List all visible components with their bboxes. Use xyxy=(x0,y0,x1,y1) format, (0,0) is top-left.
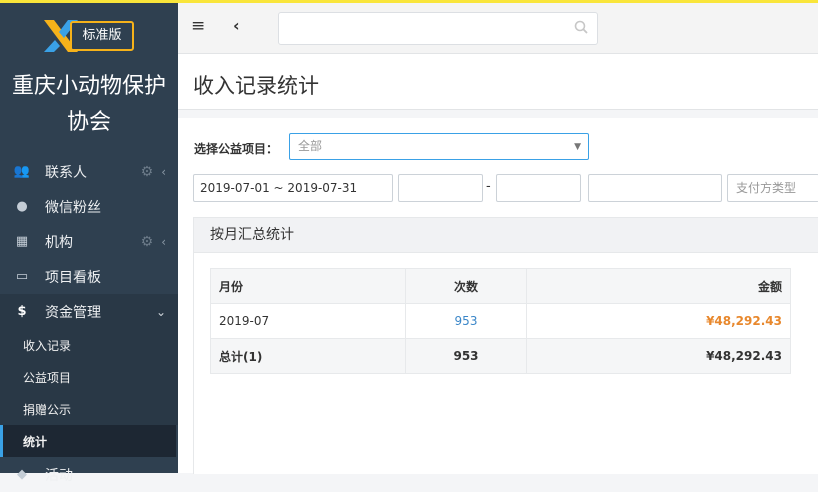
sidebar-item-label: 资金管理 xyxy=(45,304,101,321)
page-title: 收入记录统计 xyxy=(193,74,319,98)
table-total-row: 总计(1) 953 ¥48,292.43 xyxy=(210,338,791,374)
stats-table: 月份 次数 金额 2019-07 953 ¥48,292.43 总计(1) 95… xyxy=(210,268,791,374)
date-range-input[interactable]: 2019-07-01 ~ 2019-07-31 xyxy=(193,174,393,202)
date-range-value: 2019-07-01 ~ 2019-07-31 xyxy=(200,181,358,195)
max-amount-input[interactable] xyxy=(496,174,581,202)
logo-badge: 标准版 xyxy=(70,21,134,51)
sidebar-item-activities[interactable]: ◆ 活动 xyxy=(0,457,178,492)
activity-icon: ◆ xyxy=(17,467,27,482)
cell-count: 953 xyxy=(405,303,527,339)
sidebar-subitem-statistics[interactable]: 统计 xyxy=(0,425,176,457)
sidebar-item-organizations[interactable]: ▦ 机构 ⚙ ‹ xyxy=(0,224,178,259)
sidebar-item-contacts[interactable]: 👥 联系人 ⚙ ‹ xyxy=(0,154,178,189)
total-label: 总计(1) xyxy=(210,338,406,374)
gear-icon[interactable]: ⚙ xyxy=(141,164,154,180)
sidebar-item-wechat-fans[interactable]: ● 微信粉丝 xyxy=(0,189,178,224)
building-icon: ▦ xyxy=(15,234,29,249)
inbox-icon: ▭ xyxy=(15,269,29,284)
total-amount: ¥48,292.43 xyxy=(526,338,791,374)
chevron-left-icon: ‹ xyxy=(161,164,166,179)
chat-bubble-icon: ● xyxy=(16,199,28,214)
keyword-input[interactable] xyxy=(588,174,722,202)
min-amount-input[interactable] xyxy=(398,174,483,202)
hamburger-menu-icon[interactable]: ≡ xyxy=(191,16,207,36)
users-icon: 👥 xyxy=(13,164,31,179)
sidebar-item-label: 项目看板 xyxy=(45,269,101,286)
project-filter-label: 选择公益项目： xyxy=(194,142,279,156)
column-header-count[interactable]: 次数 xyxy=(405,268,527,304)
sidebar: 标准版 重庆小动物保护 协会 👥 联系人 ⚙ ‹ ● 微信粉丝 ▦ 机构 ⚙ ‹… xyxy=(0,3,178,484)
top-navbar: ≡ ‹ xyxy=(178,3,818,54)
cell-amount: ¥48,292.43 xyxy=(526,303,791,339)
sidebar-subitem-label: 统计 xyxy=(23,434,48,449)
project-select[interactable]: 全部 ▼ xyxy=(289,133,589,160)
cell-month: 2019-07 xyxy=(210,303,406,339)
monthly-summary-panel: 按月汇总统计 月份 次数 金额 2019-07 953 ¥48,292.43 总… xyxy=(193,217,818,474)
sidebar-item-label: 活动 xyxy=(45,467,73,484)
sidebar-item-project-board[interactable]: ▭ 项目看板 xyxy=(0,259,178,294)
sidebar-subitem-label: 捐赠公示 xyxy=(23,402,72,417)
count-link[interactable]: 953 xyxy=(455,314,478,328)
column-header-amount[interactable]: 金额 xyxy=(526,268,791,304)
sidebar-item-label: 联系人 xyxy=(45,164,87,181)
search-icon[interactable] xyxy=(574,20,588,38)
table-row: 2019-07 953 ¥48,292.43 xyxy=(210,303,791,339)
amount-value: ¥48,292.43 xyxy=(706,314,782,328)
total-count: 953 xyxy=(405,338,527,374)
project-select-value: 全部 xyxy=(298,139,323,153)
sidebar-item-label: 微信粉丝 xyxy=(45,199,101,216)
panel-header: 按月汇总统计 xyxy=(194,218,818,253)
org-name-line2: 协会 xyxy=(66,110,111,135)
sidebar-subitem-label: 收入记录 xyxy=(23,338,72,353)
dollar-icon: $ xyxy=(17,304,27,319)
sidebar-subitem-label: 公益项目 xyxy=(23,370,72,385)
range-dash: - xyxy=(486,179,491,194)
sidebar-subitem-income-records[interactable]: 收入记录 xyxy=(0,329,178,361)
sidebar-subitem-charity-projects[interactable]: 公益项目 xyxy=(0,361,178,393)
gear-icon[interactable]: ⚙ xyxy=(141,234,154,250)
sidebar-item-label: 机构 xyxy=(45,234,73,251)
panel-title: 按月汇总统计 xyxy=(210,227,294,243)
payment-type-input[interactable]: 支付方类型 xyxy=(727,174,818,202)
page-header: 收入记录统计 xyxy=(178,54,818,110)
org-name-line1: 重庆小动物保护 xyxy=(11,74,166,99)
caret-down-icon: ▼ xyxy=(574,142,581,152)
sidebar-item-fund-management[interactable]: $ 资金管理 ⌄ xyxy=(0,294,178,329)
main-content: 选择公益项目： 全部 ▼ 2019-07-01 ~ 2019-07-31 - 支… xyxy=(178,118,818,474)
search-input[interactable] xyxy=(278,12,598,45)
table-header-row: 月份 次数 金额 xyxy=(210,268,791,304)
chevron-left-icon: ‹ xyxy=(161,234,166,249)
org-name: 重庆小动物保护 协会 xyxy=(0,69,178,141)
logo: 标准版 xyxy=(42,18,136,58)
payment-type-placeholder: 支付方类型 xyxy=(736,181,797,195)
column-header-month[interactable]: 月份 xyxy=(210,268,406,304)
back-chevron-icon[interactable]: ‹ xyxy=(233,16,240,36)
chevron-down-icon: ⌄ xyxy=(155,304,166,319)
sidebar-subitem-donation-disclosure[interactable]: 捐赠公示 xyxy=(0,393,178,425)
